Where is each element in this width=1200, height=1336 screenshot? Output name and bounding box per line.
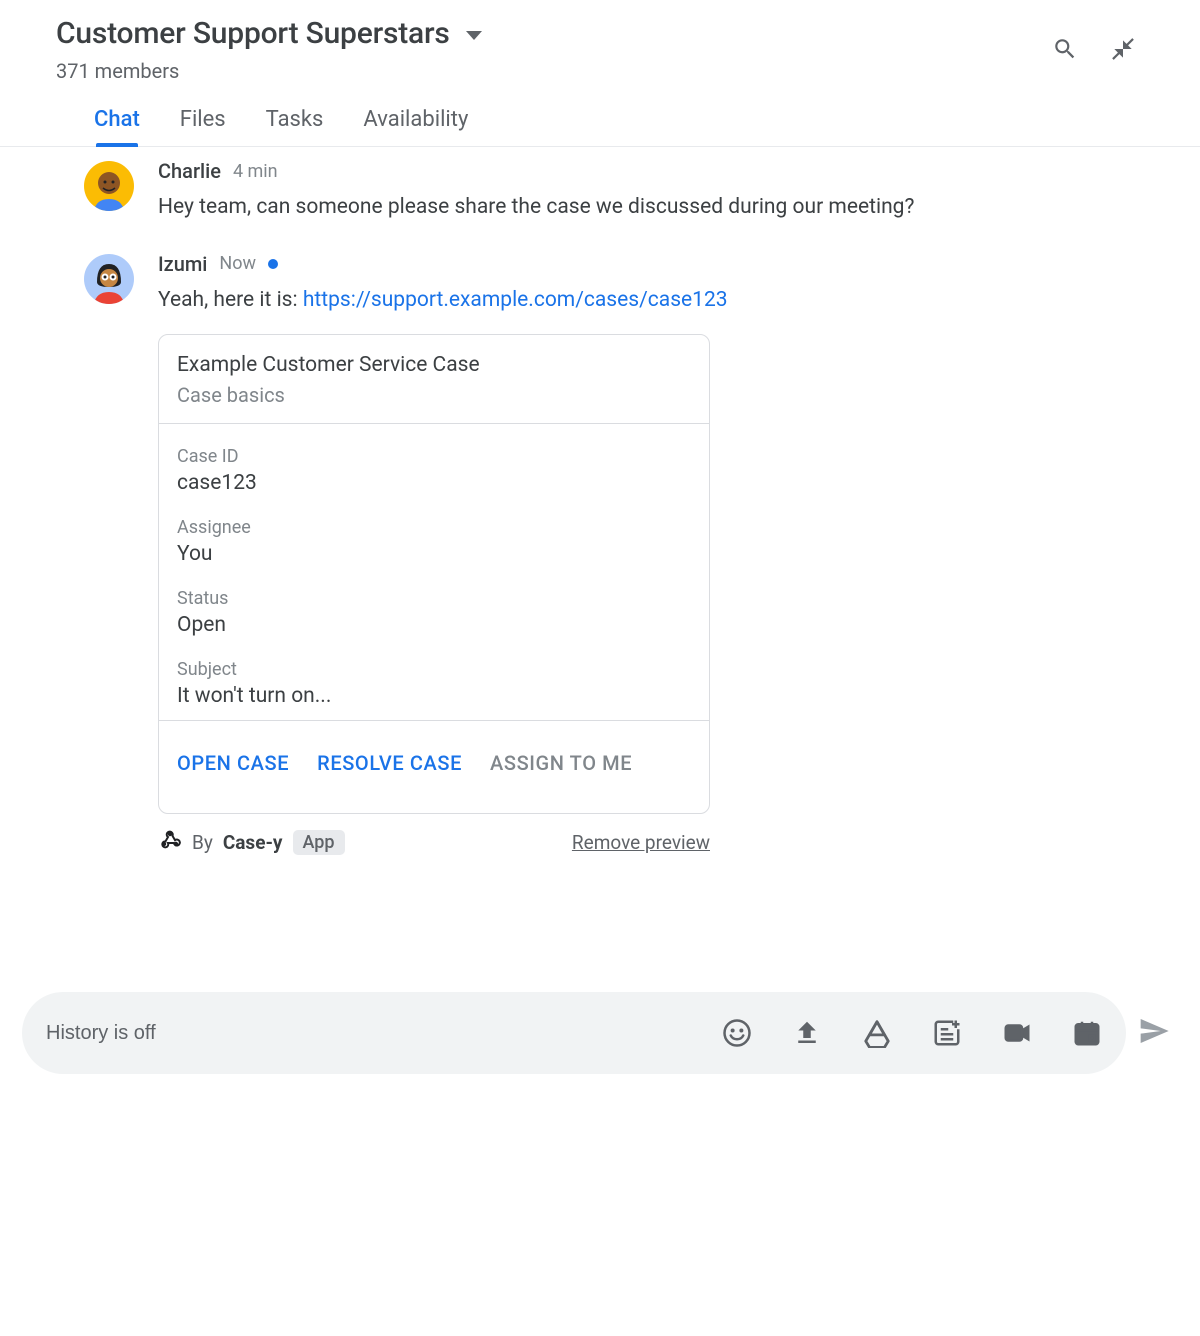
tab-files[interactable]: Files: [180, 107, 226, 146]
field-value: case123: [177, 471, 691, 495]
room-title: Customer Support Superstars: [56, 16, 450, 51]
card-field: Assignee You: [177, 517, 691, 566]
collapse-icon[interactable]: [1110, 36, 1136, 66]
message-time: 4 min: [233, 161, 278, 182]
resolve-case-button[interactable]: RESOLVE CASE: [317, 751, 462, 775]
message-input[interactable]: [46, 1022, 722, 1045]
avatar[interactable]: [84, 254, 134, 304]
drive-icon[interactable]: [862, 1018, 892, 1048]
message-text: Hey team, can someone please share the c…: [158, 191, 1144, 224]
field-label: Subject: [177, 659, 691, 680]
card-title: Example Customer Service Case: [177, 353, 691, 377]
composer: [22, 992, 1126, 1074]
member-count[interactable]: 371 members: [56, 59, 1052, 83]
message-link[interactable]: https://support.example.com/cases/case12…: [303, 288, 728, 312]
message-text-prefix: Yeah, here it is:: [158, 288, 303, 312]
search-icon[interactable]: [1052, 36, 1078, 66]
new-indicator-icon: [268, 259, 278, 269]
tab-tasks[interactable]: Tasks: [266, 107, 324, 146]
preview-card: Example Customer Service Case Case basic…: [158, 334, 710, 814]
avatar[interactable]: [84, 161, 134, 211]
room-title-row[interactable]: Customer Support Superstars: [56, 16, 1052, 51]
open-case-button[interactable]: OPEN CASE: [177, 751, 289, 775]
field-label: Status: [177, 588, 691, 609]
calendar-icon[interactable]: [1072, 1018, 1102, 1048]
tabs: Chat Files Tasks Availability: [0, 83, 1200, 147]
message: Izumi Now Yeah, here it is: https://supp…: [84, 252, 1144, 858]
message-author: Charlie: [158, 159, 221, 183]
card-field: Case ID case123: [177, 446, 691, 495]
webhook-icon: [158, 828, 182, 857]
field-value: You: [177, 542, 691, 566]
chevron-down-icon: [466, 31, 482, 40]
field-label: Case ID: [177, 446, 691, 467]
video-icon[interactable]: [1002, 1018, 1032, 1048]
send-button[interactable]: [1138, 1015, 1170, 1051]
message: Charlie 4 min Hey team, can someone plea…: [84, 159, 1144, 224]
remove-preview-link[interactable]: Remove preview: [572, 831, 710, 854]
create-doc-icon[interactable]: [932, 1018, 962, 1048]
message-author: Izumi: [158, 252, 207, 276]
assign-to-me-button[interactable]: ASSIGN TO ME: [490, 751, 632, 775]
upload-icon[interactable]: [792, 1018, 822, 1048]
field-value: It won't turn on...: [177, 684, 691, 708]
card-field: Status Open: [177, 588, 691, 637]
app-badge: App: [293, 830, 345, 855]
field-value: Open: [177, 613, 691, 637]
card-app-name: Case-y: [223, 831, 283, 854]
tab-availability[interactable]: Availability: [363, 107, 468, 146]
tab-chat[interactable]: Chat: [94, 107, 140, 146]
field-label: Assignee: [177, 517, 691, 538]
emoji-icon[interactable]: [722, 1018, 752, 1048]
message-time: Now: [219, 253, 256, 274]
card-subtitle: Case basics: [177, 383, 691, 407]
card-field: Subject It won't turn on...: [177, 659, 691, 708]
message-text: Yeah, here it is: https://support.exampl…: [158, 284, 1144, 317]
card-by-label: By: [192, 831, 213, 854]
